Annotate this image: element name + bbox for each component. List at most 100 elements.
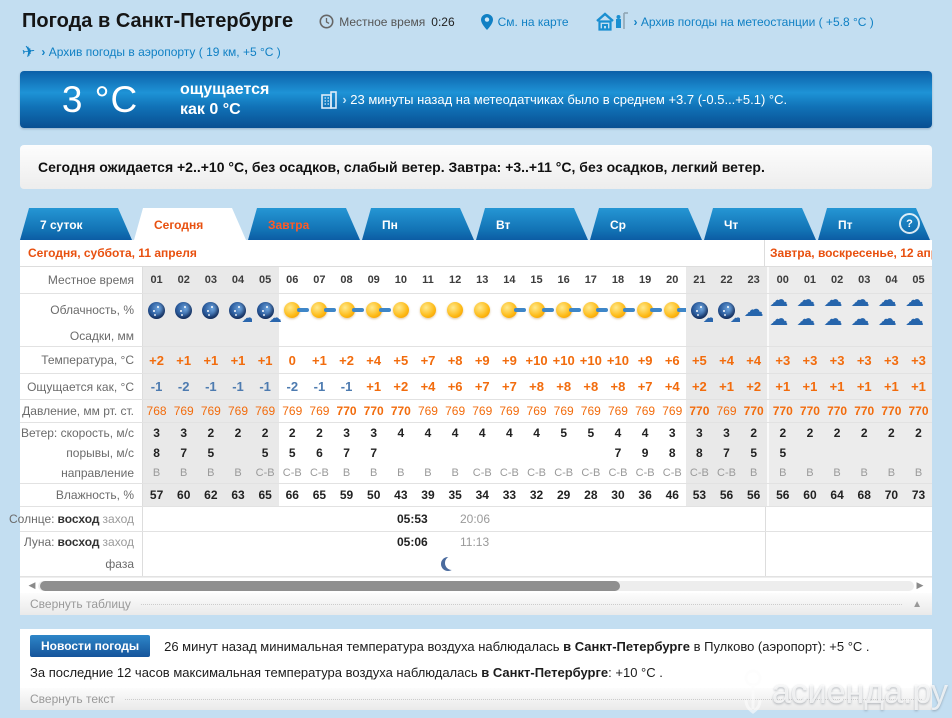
local-time-cell: 03 (197, 267, 225, 293)
local-time-cell: 17 (584, 274, 597, 286)
wind-gusts-cell (224, 443, 252, 463)
humidity-cell: 33 (502, 488, 517, 502)
collapse-table-bar[interactable]: Свернуть таблицу ▲ (20, 593, 932, 615)
building-icon (321, 90, 338, 109)
precipitation-cell (360, 326, 387, 346)
precipitation-cell (469, 326, 496, 346)
precipitation-cell (306, 326, 333, 346)
humidity-cell: 35 (448, 488, 462, 502)
pressure-cell: 770 (336, 404, 357, 418)
wind-speed-cell: 2 (288, 426, 296, 440)
cloudiness-cell: ☁☁ (796, 291, 824, 329)
cloudiness-cell (659, 294, 690, 326)
cloudiness-cell (685, 294, 716, 326)
local-time-cell: 18 (611, 274, 625, 286)
precipitation-cell (850, 326, 878, 346)
moon-phase-icon (445, 556, 459, 570)
wind-direction-cell: В (197, 463, 225, 483)
tab-5[interactable]: Вт (476, 208, 588, 240)
tab-2[interactable]: Сегодня (134, 208, 246, 240)
pressure-cell: 769 (309, 404, 330, 418)
cloudiness-cell: ☁ (740, 294, 768, 326)
humidity-cell: 65 (312, 488, 327, 502)
feels-like-cell: +7 (501, 379, 517, 394)
precipitation-cell (577, 326, 604, 346)
collapse-text-label[interactable]: Свернуть текст (30, 692, 115, 706)
wind-gusts-cell: 7 (712, 443, 741, 463)
cloudiness-row-label: Облачность, % (20, 294, 143, 326)
table-row-moon: Луна: восход заход 05:06 11:13 (20, 532, 932, 552)
feels-like-cell: +7 (637, 379, 653, 394)
feels-like-cell: +4 (420, 379, 436, 394)
sensor-message-link[interactable]: 23 минуты назад на метеодатчиках было в … (342, 92, 787, 107)
tomorrow-title: Завтра, воскресенье, 12 апреля (770, 246, 932, 260)
humidity-cell: 46 (665, 488, 679, 502)
tab-1[interactable]: 7 суток (20, 208, 132, 240)
help-icon[interactable]: ? (899, 213, 920, 234)
pressure-cell: 770 (904, 400, 933, 422)
cloudiness-cell (251, 294, 282, 326)
humidity-cell: 60 (796, 484, 824, 506)
wind-speed-cell: 2 (224, 423, 252, 443)
wind-direction-cell: В (224, 463, 252, 483)
feels-like-cell: +1 (823, 374, 851, 399)
local-time-cell: 05 (251, 267, 279, 293)
feels-like-cell: +8 (529, 379, 544, 394)
precipitation-cell (279, 326, 306, 346)
tab-3[interactable]: Завтра (248, 208, 360, 240)
tab-6[interactable]: Ср (590, 208, 702, 240)
scrollbar-track[interactable] (38, 580, 914, 591)
wind-gusts-cell: 8 (685, 443, 713, 463)
clouds-icon: ☁☁ (769, 290, 788, 330)
wind-gusts-row-label: порывы, м/с (20, 443, 143, 463)
airport-archive-link[interactable]: Архив погоды в аэропорту ( 19 км, +5 °C … (41, 45, 281, 59)
local-time-cell: 08 (340, 274, 353, 286)
feels-like-cell: -2 (286, 379, 299, 394)
cloudiness-cell (469, 294, 496, 326)
wind-gusts-cell (523, 443, 550, 463)
news-badge[interactable]: Новости погоды (30, 635, 151, 657)
sundash-icon (311, 302, 337, 318)
station-link-wrap: Архив погоды на метеостанции ( +5.8 °C ) (595, 11, 874, 33)
local-time-cell: 22 (712, 267, 741, 293)
wind-speed-cell: 3 (343, 426, 350, 440)
humidity-cell: 36 (638, 488, 652, 502)
feels-like-cell: +1 (366, 379, 382, 394)
temperature-cell: +4 (366, 352, 382, 368)
temperature-cell: +9 (474, 352, 490, 368)
weather-table: Сегодня, суббота, 11 апреля Завтра, воск… (9, 240, 933, 577)
collapse-text-bar[interactable]: Свернуть текст (20, 688, 932, 710)
wind-speed-cell: 3 (685, 423, 713, 443)
station-archive-link[interactable]: Архив погоды на метеостанции ( +5.8 °C ) (634, 15, 874, 29)
humidity-cell: 62 (197, 484, 225, 506)
pressure-cell: 769 (526, 404, 547, 418)
tab-4[interactable]: Пн (362, 208, 474, 240)
sundash-icon (284, 302, 310, 318)
collapse-table-label[interactable]: Свернуть таблицу (30, 597, 131, 611)
precipitation-cell (740, 326, 768, 346)
wind-gusts-cell: 5 (740, 443, 768, 463)
pressure-cell: 769 (170, 400, 198, 422)
temperature-cell: +10 (525, 352, 548, 368)
scroll-right-icon[interactable]: ▶ (914, 580, 926, 591)
local-time-cell: 13 (476, 274, 489, 286)
pressure-cell: 769 (197, 400, 225, 422)
tab-7[interactable]: Чт (704, 208, 816, 240)
wind-gusts-cell: 9 (641, 446, 649, 460)
wind-speed-cell: 2 (316, 426, 323, 440)
wind-direction-cell: В (170, 463, 198, 483)
cloudiness-cell: ☁☁ (850, 291, 878, 329)
scrollbar-thumb[interactable] (40, 580, 620, 591)
scroll-left-icon[interactable]: ◀ (26, 580, 38, 591)
precipitation-cell (904, 326, 933, 346)
collapse-up-icon: ▲ (912, 598, 922, 610)
table-row-sun: Солнце: восход заход 05:53 20:06 (9, 507, 932, 532)
feels-like-cell: +8 (556, 379, 572, 394)
map-link[interactable]: См. на карте (498, 15, 569, 29)
wind-gusts-cell (877, 443, 905, 463)
mooncloud-icon (690, 301, 716, 324)
wind-speed-cell: 3 (370, 426, 378, 440)
map-link-wrap: См. на карте (480, 13, 569, 30)
wind-speed-cell: 5 (560, 426, 568, 440)
wind-gusts-cell: 6 (316, 446, 323, 460)
